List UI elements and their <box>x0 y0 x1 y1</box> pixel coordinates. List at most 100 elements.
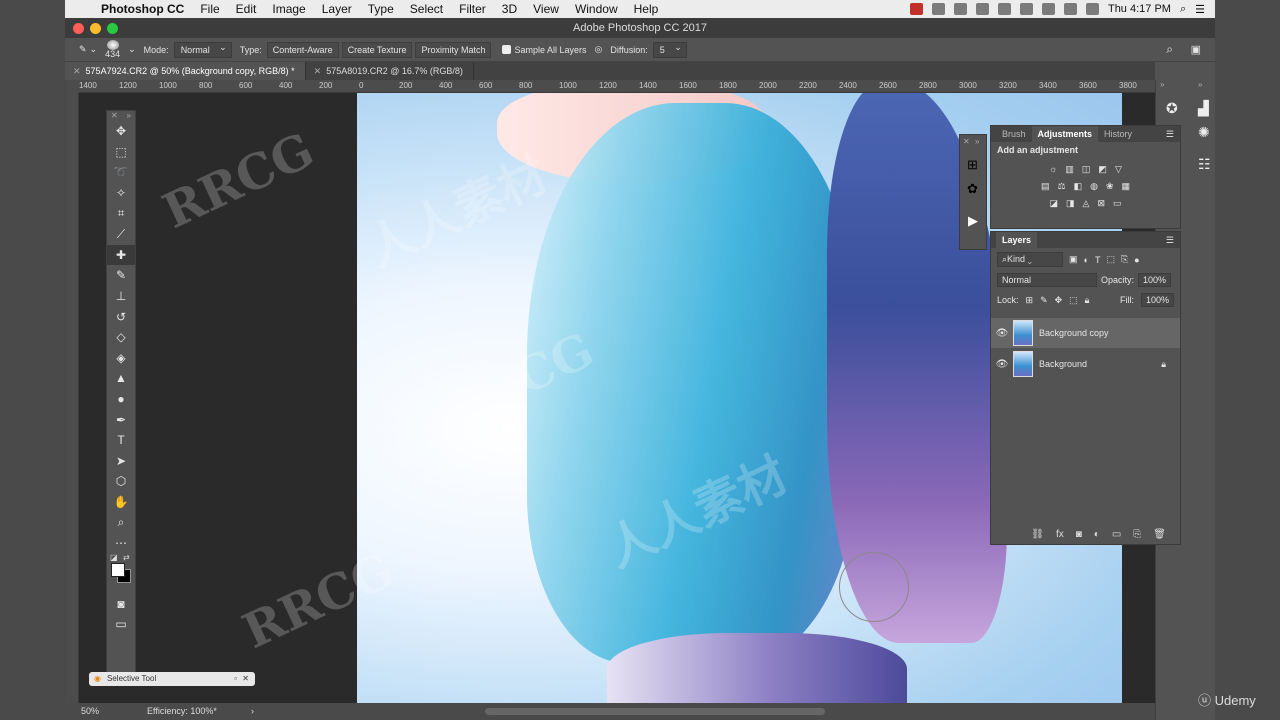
close-window-button[interactable] <box>73 23 84 34</box>
notification-center-icon[interactable]: ☰ <box>1195 3 1205 16</box>
ruler-corner[interactable] <box>65 80 79 93</box>
gradient-map-icon[interactable]: ▭ <box>1113 198 1122 209</box>
vertical-ruler[interactable] <box>65 93 79 703</box>
delete-layer-icon[interactable]: 🗑︎ <box>1153 529 1166 540</box>
lock-position-icon[interactable]: ✥ <box>1055 295 1063 306</box>
lock-artboard-icon[interactable]: ⬚ <box>1069 295 1078 306</box>
filter-smart-object-icon[interactable]: ⎘ <box>1121 254 1128 265</box>
zoom-level[interactable]: 50% <box>81 703 99 720</box>
default-colors-icon[interactable]: ◪ <box>110 553 118 562</box>
time-machine-icon[interactable] <box>1019 3 1033 15</box>
lock-all-icon[interactable]: 🔒︎ <box>1085 295 1090 306</box>
brightness-contrast-icon[interactable]: ☼ <box>1049 164 1057 175</box>
close-tab-icon[interactable]: ✕ <box>314 66 322 76</box>
new-group-icon[interactable]: ▭ <box>1112 529 1121 540</box>
status-menu-arrow-icon[interactable]: › <box>251 703 254 720</box>
threshold-icon[interactable]: ◬ <box>1083 198 1090 209</box>
channel-mixer-icon[interactable]: ❀ <box>1106 181 1114 192</box>
workspace-icon[interactable]: ▣ <box>1191 43 1201 56</box>
move-tool-icon[interactable]: ✥ <box>107 121 135 142</box>
sample-all-layers-checkbox[interactable] <box>502 45 512 54</box>
clock[interactable]: Thu 4:17 PM <box>1108 3 1171 15</box>
tab-layers[interactable]: Layers <box>996 232 1038 248</box>
tool-preset-picker[interactable]: ✎ ⌄ <box>79 44 97 55</box>
exposure-icon[interactable]: ◩ <box>1098 164 1107 175</box>
airplay-icon[interactable] <box>997 3 1011 15</box>
document-tab[interactable]: ✕ 575A8019.CR2 @ 16.7% (RGB/8) <box>306 62 474 80</box>
search-icon[interactable]: ⌕ <box>1166 42 1173 57</box>
quick-selection-tool-icon[interactable]: ✧ <box>107 183 135 204</box>
tab-adjustments[interactable]: Adjustments <box>1031 126 1099 142</box>
zoom-tool-icon[interactable]: ⌕ <box>107 512 135 533</box>
quick-mask-icon[interactable]: ◙ <box>107 593 135 614</box>
hue-saturation-icon[interactable]: ▤ <box>1041 181 1050 192</box>
zoom-window-button[interactable] <box>107 23 118 34</box>
histogram-icon[interactable]: ▟ <box>1198 100 1209 117</box>
selective-color-icon[interactable]: ⊠ <box>1097 198 1105 209</box>
collapse-panel-icon[interactable]: » <box>1160 80 1164 89</box>
fill-field[interactable]: 100% <box>1140 293 1174 307</box>
screen-icon[interactable] <box>975 3 989 15</box>
more-tools-icon[interactable]: ⋯ <box>107 533 135 554</box>
tab-history[interactable]: History <box>1098 126 1138 142</box>
eyedropper-tool-icon[interactable]: ⟋ <box>107 224 135 245</box>
menu-layer[interactable]: Layer <box>314 2 360 16</box>
filter-kind-select[interactable]: ⌕Kind ⌄ <box>997 252 1063 267</box>
diffusion-select[interactable]: 5 <box>652 41 687 58</box>
close-panel-icon[interactable]: ✕ <box>111 111 118 121</box>
sync-icon[interactable] <box>953 3 967 15</box>
filter-toggle-icon[interactable]: ● <box>1134 255 1139 265</box>
menu-app-name[interactable]: Photoshop CC <box>93 2 192 16</box>
close-icon[interactable]: ✕ <box>242 672 249 686</box>
info-panel-icon[interactable]: ⊞ <box>967 157 978 173</box>
filter-pixel-icon[interactable]: ▣ <box>1069 254 1078 265</box>
dodge-tool-icon[interactable]: ● <box>107 389 135 410</box>
foreground-color-swatch[interactable] <box>111 563 125 578</box>
link-layers-icon[interactable]: ⛓ <box>1031 529 1044 540</box>
curves-icon[interactable]: ◫ <box>1082 164 1091 175</box>
posterize-icon[interactable]: ◨ <box>1066 198 1075 209</box>
opacity-field[interactable]: 100% <box>1138 273 1172 287</box>
paint-bucket-tool-icon[interactable]: ◈ <box>107 348 135 369</box>
proximity-match-button[interactable]: Proximity Match <box>415 41 492 58</box>
menu-filter[interactable]: Filter <box>451 2 494 16</box>
panel-menu-icon[interactable]: ☰ <box>1166 129 1174 140</box>
lock-transparent-icon[interactable]: ⊞ <box>1026 295 1034 306</box>
menu-file[interactable]: File <box>192 2 227 16</box>
eraser-tool-icon[interactable]: ◇ <box>107 327 135 348</box>
filter-adjustment-icon[interactable]: ◐ <box>1084 255 1089 265</box>
levels-icon[interactable]: ▥ <box>1065 164 1074 175</box>
document-tab-active[interactable]: ✕ 575A7924.CR2 @ 50% (Background copy, RG… <box>65 62 306 80</box>
type-tool-icon[interactable]: T <box>107 430 135 451</box>
pressure-toggle[interactable]: ◎ <box>595 44 603 55</box>
tab-brush[interactable]: Brush <box>996 126 1032 142</box>
volume-icon[interactable] <box>1085 3 1099 15</box>
maximize-icon[interactable]: ▫ <box>234 672 237 686</box>
brush-tool-icon[interactable]: ✎ <box>107 265 135 286</box>
creative-cloud-icon[interactable] <box>931 3 945 15</box>
color-panel-icon[interactable]: ✿ <box>967 181 978 197</box>
layer-row-background-copy[interactable]: 👁︎ Background copy <box>991 318 1180 348</box>
color-wheel-icon[interactable]: ✪ <box>1166 100 1178 117</box>
spotlight-search-icon[interactable]: ⌕ <box>1180 3 1186 16</box>
horizontal-scrollbar[interactable] <box>485 708 825 715</box>
healing-brush-tool-icon[interactable]: ✚ <box>107 244 135 266</box>
history-brush-tool-icon[interactable]: ↺ <box>107 306 135 327</box>
brush-size-picker[interactable]: 434 <box>105 40 120 59</box>
wifi-icon[interactable] <box>1063 3 1077 15</box>
minimize-window-button[interactable] <box>90 23 101 34</box>
menu-edit[interactable]: Edit <box>228 2 265 16</box>
eye-icon[interactable]: 👁︎ <box>991 328 1013 339</box>
close-panel-icon[interactable]: ✕ <box>963 137 970 146</box>
marquee-tool-icon[interactable]: ⬚ <box>107 142 135 163</box>
black-white-icon[interactable]: ◧ <box>1074 181 1083 192</box>
vibrance-icon[interactable]: ▽ <box>1115 164 1122 175</box>
pen-tool-icon[interactable]: ✒ <box>107 409 135 430</box>
bluetooth-icon[interactable] <box>1041 3 1055 15</box>
menu-window[interactable]: Window <box>567 2 626 16</box>
app-status-icon[interactable] <box>909 3 923 15</box>
close-tab-icon[interactable]: ✕ <box>73 66 81 76</box>
collapse-panel-icon[interactable]: » <box>975 137 979 146</box>
shape-tool-icon[interactable]: ⬡ <box>107 471 135 492</box>
content-aware-button[interactable]: Content-Aware <box>266 41 339 58</box>
